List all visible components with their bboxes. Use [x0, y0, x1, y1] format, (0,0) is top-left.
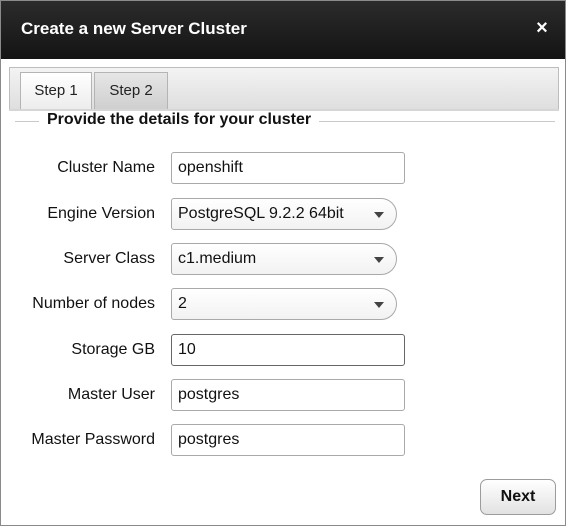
create-cluster-dialog: Create a new Server Cluster × Step 1 Ste…	[0, 0, 566, 526]
number-of-nodes-select[interactable]: 2	[171, 288, 397, 320]
storage-gb-label: Storage GB	[71, 341, 155, 358]
engine-version-select[interactable]: PostgreSQL 9.2.2 64bit	[171, 198, 397, 230]
tab-step-2[interactable]: Step 2	[94, 72, 168, 109]
number-of-nodes-label: Number of nodes	[32, 295, 155, 312]
dialog-titlebar: Create a new Server Cluster ×	[1, 1, 565, 59]
server-class-select[interactable]: c1.medium	[171, 243, 397, 275]
section-legend: Provide the details for your cluster	[39, 111, 320, 129]
number-of-nodes-value: 2	[178, 295, 187, 312]
cluster-name-label: Cluster Name	[57, 159, 155, 176]
cluster-name-input[interactable]	[171, 152, 405, 184]
step-tabs: Step 1 Step 2	[9, 67, 559, 110]
master-password-label: Master Password	[31, 431, 155, 448]
close-icon[interactable]: ×	[531, 16, 553, 40]
master-password-input[interactable]	[171, 424, 405, 456]
chevron-down-icon	[374, 257, 384, 263]
dialog-title: Create a new Server Cluster	[21, 19, 247, 38]
chevron-down-icon	[374, 212, 384, 218]
master-user-label: Master User	[67, 386, 155, 403]
master-user-input[interactable]	[171, 379, 405, 411]
chevron-down-icon	[374, 302, 384, 308]
engine-version-value: PostgreSQL 9.2.2 64bit	[178, 205, 344, 222]
tab-step-1[interactable]: Step 1	[20, 72, 92, 110]
engine-version-label: Engine Version	[47, 205, 155, 222]
server-class-label: Server Class	[63, 250, 155, 267]
next-button[interactable]: Next	[480, 479, 556, 515]
storage-gb-input[interactable]	[171, 334, 405, 366]
server-class-value: c1.medium	[178, 250, 257, 267]
